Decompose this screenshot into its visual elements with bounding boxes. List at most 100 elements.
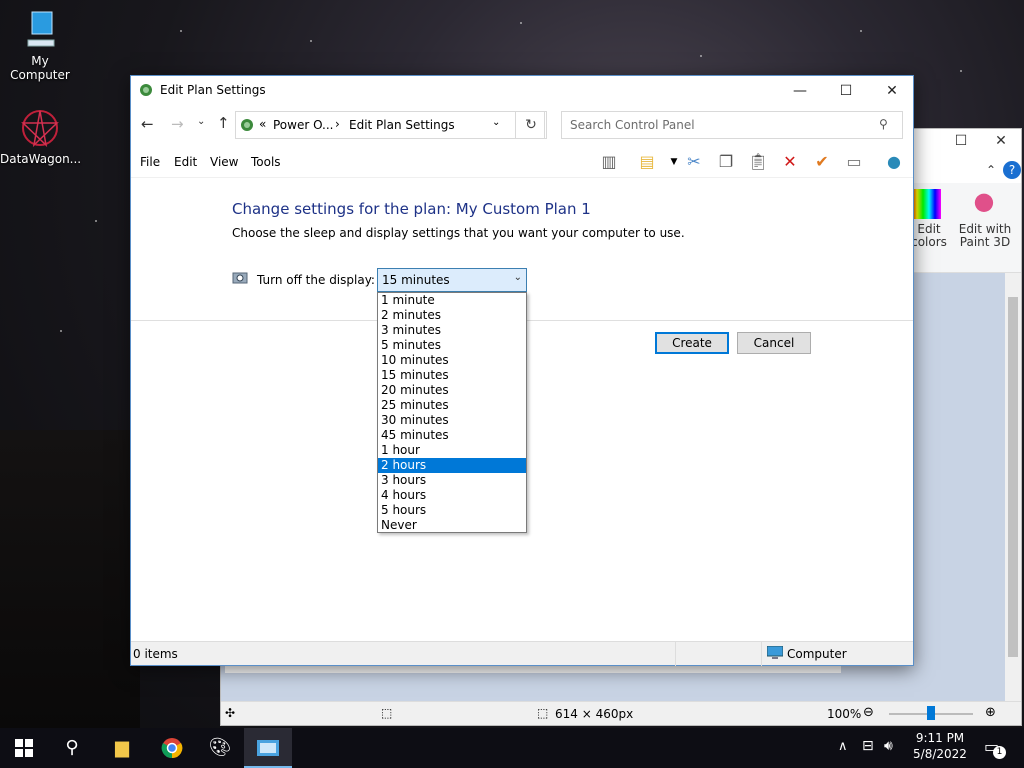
refresh-icon: ↻ <box>525 117 537 133</box>
up-arrow-icon[interactable]: ↑ <box>217 114 230 132</box>
cancel-button[interactable]: Cancel <box>737 332 811 354</box>
display-option[interactable]: 15 minutes <box>378 368 526 383</box>
canvas-dimensions: 614 × 460px <box>555 707 634 721</box>
zoom-slider-thumb[interactable] <box>927 706 935 720</box>
breadcrumb-power-options[interactable]: Power O... <box>273 118 334 132</box>
taskbar: ⚲ ▆ 🎨︎ ∧ ⊟ 🔊︎ 9:11 PM 5/8/2022 ▭ 1 <box>0 728 1024 768</box>
chevron-down-icon: ⌄ <box>513 272 522 283</box>
paint-collapse-icon[interactable]: ⌃ <box>985 163 997 177</box>
paint-vertical-scrollbar[interactable] <box>1005 273 1021 703</box>
content-area: Change settings for the plan: My Custom … <box>131 178 913 642</box>
refresh-button[interactable]: ↻ <box>515 111 547 139</box>
edit-colors-icon <box>911 189 941 219</box>
breadcrumb-separator[interactable]: › <box>335 117 340 131</box>
preview-pane-icon[interactable]: ▥ <box>596 150 622 174</box>
recent-locations-icon[interactable]: ⌄ <box>197 116 205 127</box>
properties-icon[interactable]: ▭ <box>841 150 867 174</box>
display-options-list: 1 minute 2 minutes 3 minutes 5 minutes 10 mi… <box>377 292 527 533</box>
display-option[interactable]: 1 minute <box>378 293 526 308</box>
zoom-out-button[interactable]: ⊖ <box>863 705 874 720</box>
show-hidden-icons-chevron[interactable]: ∧ <box>838 739 848 754</box>
page-description: Choose the sleep and display settings th… <box>232 226 685 240</box>
display-option[interactable]: 5 minutes <box>378 338 526 353</box>
control-panel-taskbar-icon[interactable] <box>244 728 292 768</box>
file-explorer-icon[interactable]: ▆ <box>98 728 146 768</box>
select-value: 15 minutes <box>382 273 450 287</box>
back-arrow-icon[interactable]: ← <box>141 115 154 133</box>
clock-time: 9:11 PM <box>915 731 965 745</box>
search-input[interactable]: Search Control Panel <box>561 111 903 139</box>
display-option[interactable]: 10 minutes <box>378 353 526 368</box>
display-option[interactable]: 3 minutes <box>378 323 526 338</box>
globe-icon[interactable]: ● <box>881 150 907 174</box>
help-icon[interactable]: ? <box>1003 161 1021 179</box>
paste-icon[interactable]: 📋︎ <box>745 150 771 174</box>
search-icon[interactable]: ⚲ <box>48 728 96 768</box>
network-icon[interactable]: ⊟ <box>862 738 874 754</box>
desktop-icon-datawagon[interactable]: DataWagon... <box>0 108 82 166</box>
edit-with-paint3d-button[interactable]: Edit with Paint 3D <box>957 223 1013 249</box>
display-option[interactable]: 25 minutes <box>378 398 526 413</box>
create-button[interactable]: Create <box>655 332 729 354</box>
window-title: Edit Plan Settings <box>160 83 266 97</box>
chrome-icon[interactable] <box>148 728 196 768</box>
zoom-level: 100% <box>827 707 862 721</box>
close-button[interactable]: ✕ <box>869 76 915 106</box>
canvas-size-icon: ⬚ <box>537 706 549 720</box>
menu-edit[interactable]: Edit <box>174 155 197 169</box>
display-option[interactable]: 2 hours <box>378 458 526 473</box>
checkmark-icon[interactable]: ✔ <box>809 150 835 174</box>
page-title: Change settings for the plan: My Custom … <box>232 200 591 218</box>
navigation-bar: ← → ⌄ ↑ « Power O... › Edit Plan Setting… <box>131 106 913 146</box>
display-option[interactable]: 5 hours <box>378 503 526 518</box>
maximize-button[interactable]: ☐ <box>823 76 869 106</box>
forward-arrow-icon[interactable]: → <box>171 115 184 133</box>
scroll-thumb[interactable] <box>1008 297 1018 657</box>
display-option[interactable]: 20 minutes <box>378 383 526 398</box>
zoom-in-button[interactable]: ⊕ <box>985 705 996 720</box>
power-options-icon <box>239 117 255 136</box>
chevron-down-icon[interactable]: ⌄ <box>492 117 500 128</box>
desktop-icon-my-computer[interactable]: My Computer <box>0 10 80 82</box>
clock[interactable]: 9:11 PM 5/8/2022 <box>912 731 968 761</box>
move-icon: ✣ <box>225 706 236 720</box>
menu-tools[interactable]: Tools <box>251 155 281 169</box>
display-option[interactable]: Never <box>378 518 526 533</box>
folder-icon[interactable]: ▤ <box>634 150 660 174</box>
menu-file[interactable]: File <box>140 155 160 169</box>
start-button[interactable] <box>0 728 48 768</box>
display-option[interactable]: 4 hours <box>378 488 526 503</box>
display-option[interactable]: 2 minutes <box>378 308 526 323</box>
display-option[interactable]: 45 minutes <box>378 428 526 443</box>
search-icon[interactable]: ⚲ <box>879 117 888 131</box>
paint-icon[interactable]: 🎨︎ <box>196 728 244 768</box>
edit-colors-button[interactable]: Edit colors <box>911 223 947 249</box>
computer-icon <box>766 645 784 663</box>
cut-icon[interactable]: ✂ <box>681 150 707 174</box>
turn-off-display-select[interactable]: 15 minutes ⌄ <box>377 268 527 292</box>
paint-status-bar: ✣ ⬚ ⬚ 614 × 460px 100% ⊖ ⊕ <box>221 701 1021 725</box>
notification-count-badge: 1 <box>993 746 1006 759</box>
datawagon-icon <box>20 108 60 148</box>
copy-icon[interactable]: ❐ <box>713 150 739 174</box>
breadcrumb-overflow[interactable]: « <box>259 117 266 131</box>
power-options-icon <box>138 82 154 101</box>
paint3d-icon: ● <box>973 187 995 215</box>
volume-icon[interactable]: 🔊︎ <box>884 738 893 754</box>
display-option[interactable]: 1 hour <box>378 443 526 458</box>
menu-bar: File Edit View Tools ▥ ▤ ▼ ✂ ❐ 📋︎ ✕ ✔ ▭ … <box>131 146 913 178</box>
desktop-icon-label: My Computer <box>10 54 70 82</box>
paint-close-button[interactable]: ✕ <box>991 133 1011 149</box>
paint-maximize-button[interactable]: ☐ <box>951 133 971 149</box>
title-bar[interactable]: Edit Plan Settings — ☐ ✕ <box>131 76 913 106</box>
minimize-button[interactable]: — <box>777 76 823 106</box>
desktop-icon-label: DataWagon... <box>0 152 82 166</box>
address-bar[interactable]: « Power O... › Edit Plan Settings ⌄ <box>235 111 545 139</box>
breadcrumb-edit-plan-settings[interactable]: Edit Plan Settings <box>349 118 455 132</box>
selection-icon: ⬚ <box>381 706 393 720</box>
item-count: 0 items <box>133 647 178 661</box>
delete-icon[interactable]: ✕ <box>777 150 803 174</box>
display-option[interactable]: 3 hours <box>378 473 526 488</box>
display-option[interactable]: 30 minutes <box>378 413 526 428</box>
menu-view[interactable]: View <box>210 155 238 169</box>
